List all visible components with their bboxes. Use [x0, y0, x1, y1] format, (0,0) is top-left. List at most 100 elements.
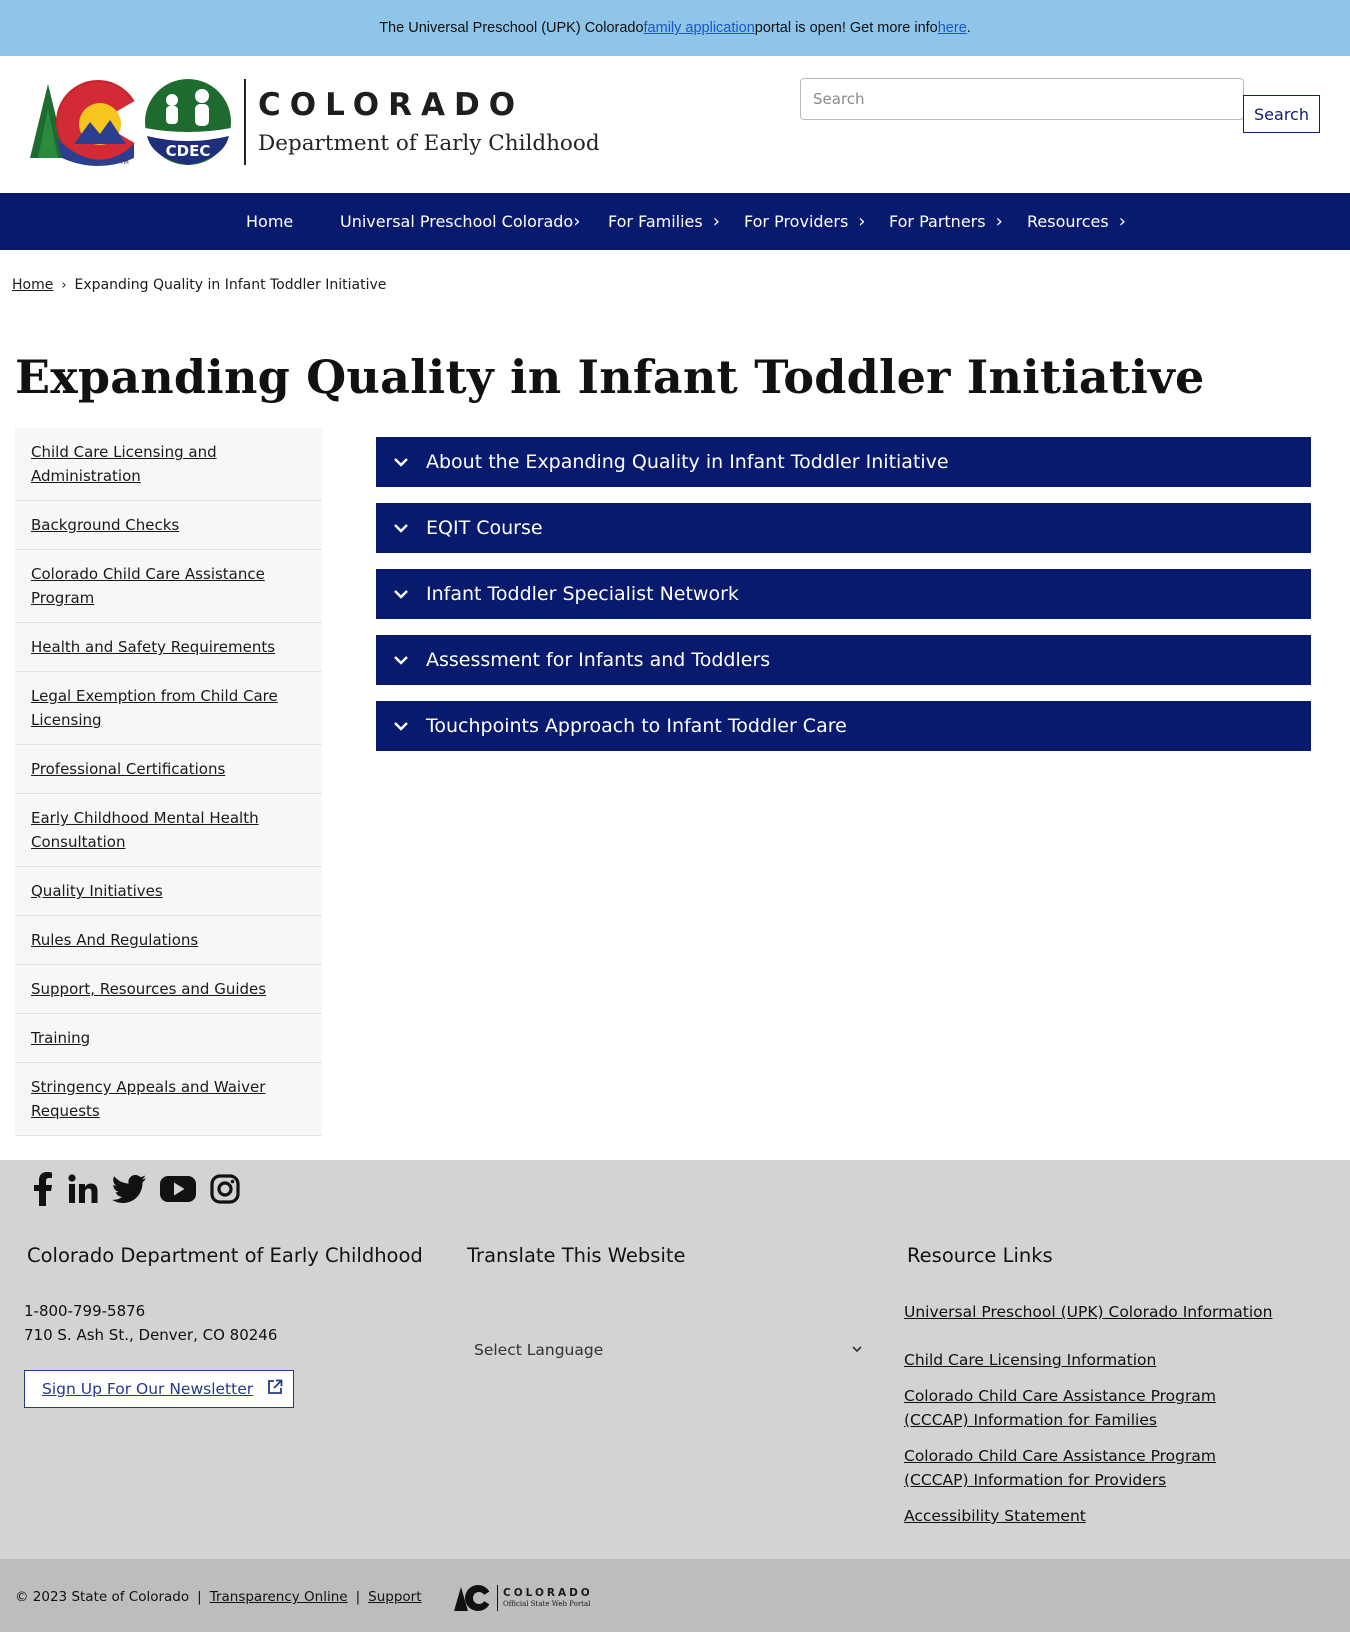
chevron-down-icon [850, 1342, 864, 1360]
social-links [32, 1172, 240, 1206]
twitter-icon[interactable] [112, 1175, 146, 1203]
sidebar-item-background-checks[interactable]: Background Checks [15, 501, 322, 550]
site-header: TM CDEC COLORADO Department of Early Chi… [0, 56, 1350, 193]
state-portal-logo[interactable]: COLORADO Official State Web Portal [454, 1583, 593, 1613]
accordion-assessment[interactable]: Assessment for Infants and Toddlers [376, 635, 1311, 685]
instagram-icon[interactable] [210, 1174, 240, 1204]
accordion-label: Assessment for Infants and Toddlers [426, 649, 771, 671]
main-nav: Home Universal Preschool Colorado › For F… [0, 193, 1350, 250]
brand-title: COLORADO [258, 86, 525, 123]
sidebar-item-quality-initiatives[interactable]: Quality Initiatives [15, 867, 322, 916]
chevron-right-icon: › [573, 210, 581, 232]
nav-label: For Families [608, 212, 703, 231]
newsletter-signup-button[interactable]: Sign Up For Our Newsletter [24, 1370, 294, 1408]
svg-text:CDEC: CDEC [166, 142, 211, 160]
accordion-eqit-course[interactable]: EQIT Course [376, 503, 1311, 553]
facebook-icon[interactable] [32, 1172, 54, 1206]
sidebar-item-rules-regulations[interactable]: Rules And Regulations [15, 916, 322, 965]
chevron-down-icon [376, 586, 426, 602]
sidebar-item-support-resources[interactable]: Support, Resources and Guides [15, 965, 322, 1014]
chevron-right-icon: › [995, 210, 1003, 232]
footer-address: 710 S. Ash St., Denver, CO 80246 [24, 1326, 278, 1344]
separator: | [355, 1589, 361, 1605]
sidebar-item-cccap[interactable]: Colorado Child Care Assistance Program [15, 550, 322, 623]
language-select[interactable]: Select Language [460, 1330, 870, 1370]
youtube-icon[interactable] [160, 1176, 196, 1202]
resource-link-cccap-providers[interactable]: Colorado Child Care Assistance Program (… [904, 1444, 1264, 1492]
cdec-badge-icon: CDEC [145, 79, 231, 165]
announcement-text-start: The Universal Preschool (UPK) Colorado [379, 20, 644, 36]
chevron-down-icon [376, 454, 426, 470]
sidebar-nav: Child Care Licensing and Administration … [15, 428, 322, 1136]
chevron-right-icon: › [858, 210, 866, 232]
accordion-list: About the Expanding Quality in Infant To… [376, 437, 1311, 767]
nav-label: Resources [1027, 212, 1109, 231]
nav-item-for-providers[interactable]: For Providers › [744, 193, 866, 250]
svg-text:TM: TM [119, 159, 129, 166]
logo-divider [244, 79, 246, 165]
sidebar-item-professional-certifications[interactable]: Professional Certifications [15, 745, 322, 794]
sidebar-item-training[interactable]: Training [15, 1014, 322, 1063]
portal-divider [497, 1585, 498, 1611]
portal-title: COLORADO [503, 1586, 593, 1599]
accordion-specialist-network[interactable]: Infant Toddler Specialist Network [376, 569, 1311, 619]
language-select-value: Select Language [474, 1341, 604, 1359]
family-application-link[interactable]: family application [644, 20, 755, 36]
sidebar-item-health-safety[interactable]: Health and Safety Requirements [15, 623, 322, 672]
chevron-right-icon: › [1118, 210, 1126, 232]
resource-link-licensing[interactable]: Child Care Licensing Information [904, 1348, 1304, 1372]
footer-translate-heading: Translate This Website [467, 1244, 686, 1267]
transparency-online-link[interactable]: Transparency Online [210, 1589, 348, 1605]
breadcrumb-current: Expanding Quality in Infant Toddler Init… [74, 277, 387, 293]
bottom-bar: © 2023 State of Colorado | Transparency … [0, 1559, 1350, 1632]
newsletter-label: Sign Up For Our Newsletter [42, 1380, 254, 1398]
announcement-bar: The Universal Preschool (UPK) Colorado f… [0, 0, 1350, 56]
support-link[interactable]: Support [368, 1589, 421, 1605]
resource-link-accessibility[interactable]: Accessibility Statement [904, 1504, 1304, 1528]
sidebar-item-mental-health-consultation[interactable]: Early Childhood Mental Health Consultati… [15, 794, 322, 867]
sidebar-item-child-care-licensing[interactable]: Child Care Licensing and Administration [15, 428, 322, 501]
sidebar-item-legal-exemption[interactable]: Legal Exemption from Child Care Licensin… [15, 672, 322, 745]
nav-item-home[interactable]: Home [246, 193, 293, 250]
breadcrumb-home-link[interactable]: Home [12, 277, 53, 293]
brand-subtitle: Department of Early Childhood [258, 130, 600, 156]
accordion-label: EQIT Course [426, 517, 543, 539]
colorado-portal-icon [454, 1585, 492, 1611]
resource-link-upk[interactable]: Universal Preschool (UPK) Colorado Infor… [904, 1300, 1304, 1324]
accordion-label: About the Expanding Quality in Infant To… [426, 451, 949, 473]
nav-item-resources[interactable]: Resources › [1027, 193, 1126, 250]
nav-item-for-families[interactable]: For Families › [608, 193, 720, 250]
page-title: Expanding Quality in Infant Toddler Init… [15, 350, 1205, 404]
resource-link-cccap-families[interactable]: Colorado Child Care Assistance Program (… [904, 1384, 1264, 1432]
chevron-down-icon [376, 718, 426, 734]
nav-item-universal-preschool[interactable]: Universal Preschool Colorado › [340, 193, 580, 250]
site-footer: Colorado Department of Early Childhood T… [0, 1160, 1350, 1559]
accordion-touchpoints[interactable]: Touchpoints Approach to Infant Toddler C… [376, 701, 1311, 751]
nav-label: Home [246, 212, 294, 231]
bottom-legal: © 2023 State of Colorado | Transparency … [15, 1589, 422, 1605]
breadcrumb: Home › Expanding Quality in Infant Toddl… [12, 277, 386, 293]
external-link-icon [267, 1379, 283, 1399]
colorado-c-logo-icon: TM [30, 80, 140, 166]
nav-item-for-partners[interactable]: For Partners › [889, 193, 1003, 250]
announcement-text-end: . [966, 20, 971, 36]
chevron-down-icon [376, 520, 426, 536]
nav-label: Universal Preschool Colorado [340, 212, 574, 231]
chevron-right-icon: › [712, 210, 720, 232]
more-info-link[interactable]: here [938, 20, 967, 36]
accordion-about-eqit[interactable]: About the Expanding Quality in Infant To… [376, 437, 1311, 487]
portal-text: COLORADO Official State Web Portal [503, 1588, 593, 1609]
search-button[interactable]: Search [1243, 95, 1320, 133]
chevron-down-icon [376, 652, 426, 668]
footer-resources-heading: Resource Links [907, 1244, 1053, 1267]
accordion-label: Infant Toddler Specialist Network [426, 583, 739, 605]
sidebar-item-stringency-appeals[interactable]: Stringency Appeals and Waiver Requests [15, 1063, 322, 1136]
nav-label: For Providers [744, 212, 849, 231]
nav-label: For Partners [889, 212, 986, 231]
announcement-text-middle: portal is open! Get more info [754, 20, 938, 36]
linkedin-icon[interactable] [68, 1174, 98, 1204]
search-input[interactable] [800, 78, 1244, 120]
accordion-label: Touchpoints Approach to Infant Toddler C… [426, 715, 847, 737]
site-logo[interactable]: TM CDEC COLORADO Department of Early Chi… [28, 78, 600, 166]
footer-org-heading: Colorado Department of Early Childhood [27, 1244, 423, 1267]
